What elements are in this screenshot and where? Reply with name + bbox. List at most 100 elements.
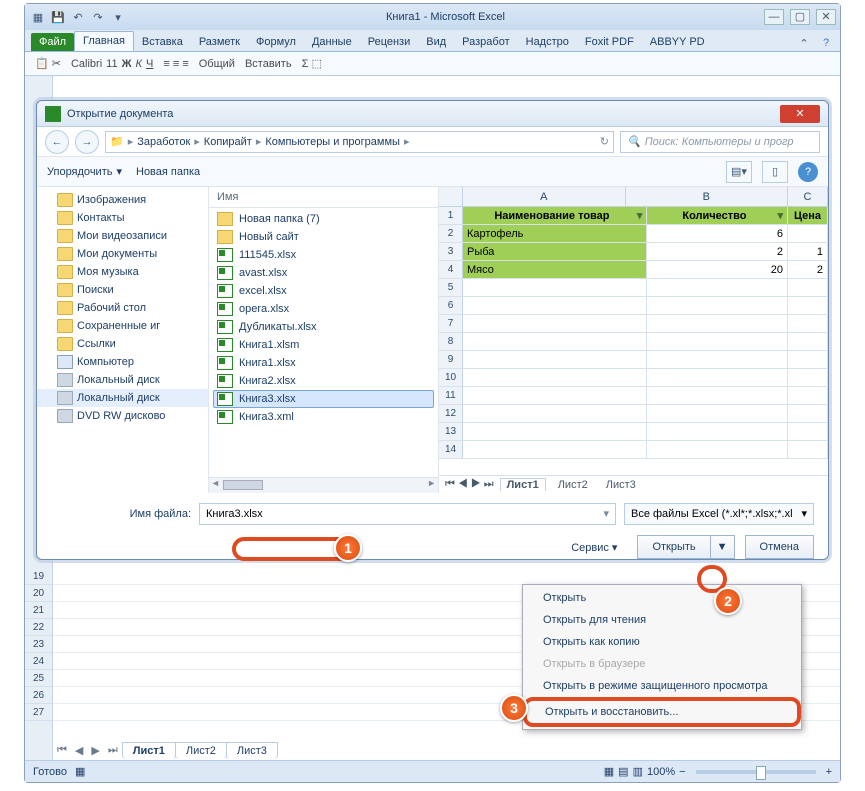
row-header[interactable]: 22	[25, 619, 52, 636]
tree-node[interactable]: Мои видеозаписи	[37, 227, 208, 245]
tab-abbyy[interactable]: ABBYY PD	[642, 33, 713, 51]
folder-tree[interactable]: ИзображенияКонтактыМои видеозаписиМои до…	[37, 187, 209, 493]
crumb-1[interactable]: Заработок	[137, 136, 190, 148]
tree-node[interactable]: Компьютер	[37, 353, 208, 371]
tree-node[interactable]: Моя музыка	[37, 263, 208, 281]
menu-item[interactable]: Открыть	[525, 587, 799, 609]
tree-node[interactable]: Локальный диск	[37, 371, 208, 389]
help-icon[interactable]: ?	[818, 35, 834, 51]
col-b[interactable]: B	[626, 187, 789, 206]
organize-button[interactable]: Упорядочить ▾	[47, 165, 122, 178]
view-mode-button[interactable]: ▤▾	[726, 161, 752, 183]
number-format[interactable]: Общий	[199, 58, 235, 70]
view-normal-icon[interactable]: ▦	[604, 765, 614, 778]
file-item[interactable]: Книга1.xlsx	[209, 354, 438, 372]
cancel-button[interactable]: Отмена	[745, 535, 814, 559]
crumb-3[interactable]: Компьютеры и программы	[265, 136, 400, 148]
file-list[interactable]: Имя Новая папка (7)Новый сайт111545.xlsx…	[209, 187, 439, 493]
col-a[interactable]: A	[463, 187, 626, 206]
pv-tab-3[interactable]: Лист3	[600, 479, 642, 491]
undo-icon[interactable]: ↶	[69, 8, 87, 26]
new-folder-button[interactable]: Новая папка	[136, 166, 200, 178]
tab-developer[interactable]: Разработ	[454, 33, 517, 51]
tree-node[interactable]: Рабочий стол	[37, 299, 208, 317]
file-item[interactable]: Книга3.xlsx	[213, 390, 434, 408]
sheet-tab-3[interactable]: Лист3	[226, 742, 278, 759]
tree-node[interactable]: Мои документы	[37, 245, 208, 263]
filename-input[interactable]: Книга3.xlsx▾	[199, 503, 616, 525]
sheet-tab-2[interactable]: Лист2	[175, 742, 227, 759]
col-c[interactable]: C	[788, 187, 828, 206]
open-dropdown-arrow[interactable]: ▼	[711, 535, 735, 559]
file-item[interactable]: opera.xlsx	[209, 300, 438, 318]
file-item[interactable]: excel.xlsx	[209, 282, 438, 300]
minimize-button[interactable]: —	[764, 9, 784, 25]
font-size[interactable]: 11	[106, 58, 117, 70]
tab-home[interactable]: Главная	[74, 31, 134, 51]
sheet-nav-prev[interactable]: ◀	[71, 744, 87, 757]
tab-layout[interactable]: Разметк	[191, 33, 248, 51]
tab-formulas[interactable]: Формул	[248, 33, 304, 51]
pv-tab-2[interactable]: Лист2	[552, 479, 594, 491]
preview-pane-button[interactable]: ▯	[762, 161, 788, 183]
file-item[interactable]: 111545.xlsx	[209, 246, 438, 264]
tree-node[interactable]: Сохраненные иг	[37, 317, 208, 335]
zoom-out-icon[interactable]: −	[679, 766, 685, 778]
insert-cells[interactable]: Вставить	[245, 58, 292, 70]
file-item[interactable]: Дубликаты.xlsx	[209, 318, 438, 336]
row-header[interactable]: 26	[25, 687, 52, 704]
tree-node[interactable]: DVD RW дисково	[37, 407, 208, 425]
sheet-nav-last[interactable]: ⏭	[104, 744, 122, 757]
tab-file[interactable]: Файл	[31, 33, 74, 51]
close-button[interactable]: ✕	[816, 9, 836, 25]
maximize-button[interactable]: ▢	[790, 9, 810, 25]
row-header[interactable]: 19	[25, 568, 52, 585]
file-item[interactable]: Новая папка (7)	[209, 210, 438, 228]
tree-node[interactable]: Поиски	[37, 281, 208, 299]
tree-node[interactable]: Локальный диск	[37, 389, 208, 407]
nav-back-button[interactable]: ←	[45, 130, 69, 154]
file-item[interactable]: avast.xlsx	[209, 264, 438, 282]
font-name[interactable]: Calibri	[71, 58, 102, 70]
horizontal-scrollbar[interactable]	[209, 477, 438, 493]
crumb-2[interactable]: Копирайт	[204, 136, 252, 148]
sheet-nav-next[interactable]: ▶	[87, 744, 103, 757]
tab-insert[interactable]: Вставка	[134, 33, 191, 51]
menu-item[interactable]: Открыть для чтения	[525, 609, 799, 631]
view-break-icon[interactable]: ▥	[633, 765, 643, 778]
redo-icon[interactable]: ↷	[89, 8, 107, 26]
view-layout-icon[interactable]: ▤	[618, 765, 628, 778]
row-header[interactable]: 21	[25, 602, 52, 619]
tools-menu[interactable]: Сервис ▾	[571, 541, 617, 554]
sheet-nav-first[interactable]: ⏮	[53, 744, 71, 757]
tab-review[interactable]: Рецензи	[360, 33, 419, 51]
menu-item[interactable]: Открыть и восстановить...	[523, 697, 801, 727]
file-item[interactable]: Книга3.xml	[209, 408, 438, 426]
underline-button[interactable]: Ч	[146, 58, 153, 70]
ribbon-minimize-icon[interactable]: ⌃	[796, 35, 812, 51]
italic-button[interactable]: К	[136, 58, 142, 70]
file-list-header[interactable]: Имя	[209, 187, 438, 208]
file-type-filter[interactable]: Все файлы Excel (*.xl*;*.xlsx;*.xl▾	[624, 503, 814, 525]
file-item[interactable]: Новый сайт	[209, 228, 438, 246]
tab-foxit[interactable]: Foxit PDF	[577, 33, 642, 51]
zoom-slider[interactable]	[696, 770, 816, 774]
tree-node[interactable]: Изображения	[37, 191, 208, 209]
pv-nav[interactable]: ⏮ ◀ ▶ ⏭	[445, 478, 494, 491]
file-item[interactable]: Книга1.xlsm	[209, 336, 438, 354]
qat-more-icon[interactable]: ▾	[109, 8, 127, 26]
zoom-level[interactable]: 100%	[647, 766, 675, 778]
menu-item[interactable]: Открыть как копию	[525, 631, 799, 653]
zoom-in-icon[interactable]: +	[826, 766, 832, 778]
breadcrumb[interactable]: 📁 ▸ Заработок▸ Копирайт▸ Компьютеры и пр…	[105, 131, 614, 153]
menu-item[interactable]: Открыть в режиме защищенного просмотра	[525, 675, 799, 697]
row-header[interactable]: 24	[25, 653, 52, 670]
tab-addins[interactable]: Надстро	[518, 33, 577, 51]
pv-tab-1[interactable]: Лист1	[500, 478, 546, 491]
tree-node[interactable]: Контакты	[37, 209, 208, 227]
dialog-help-button[interactable]: ?	[798, 162, 818, 182]
search-input[interactable]: 🔍 Поиск: Компьютеры и прогр	[620, 131, 820, 153]
file-item[interactable]: Книга2.xlsx	[209, 372, 438, 390]
row-header[interactable]: 27	[25, 704, 52, 721]
row-header[interactable]: 20	[25, 585, 52, 602]
